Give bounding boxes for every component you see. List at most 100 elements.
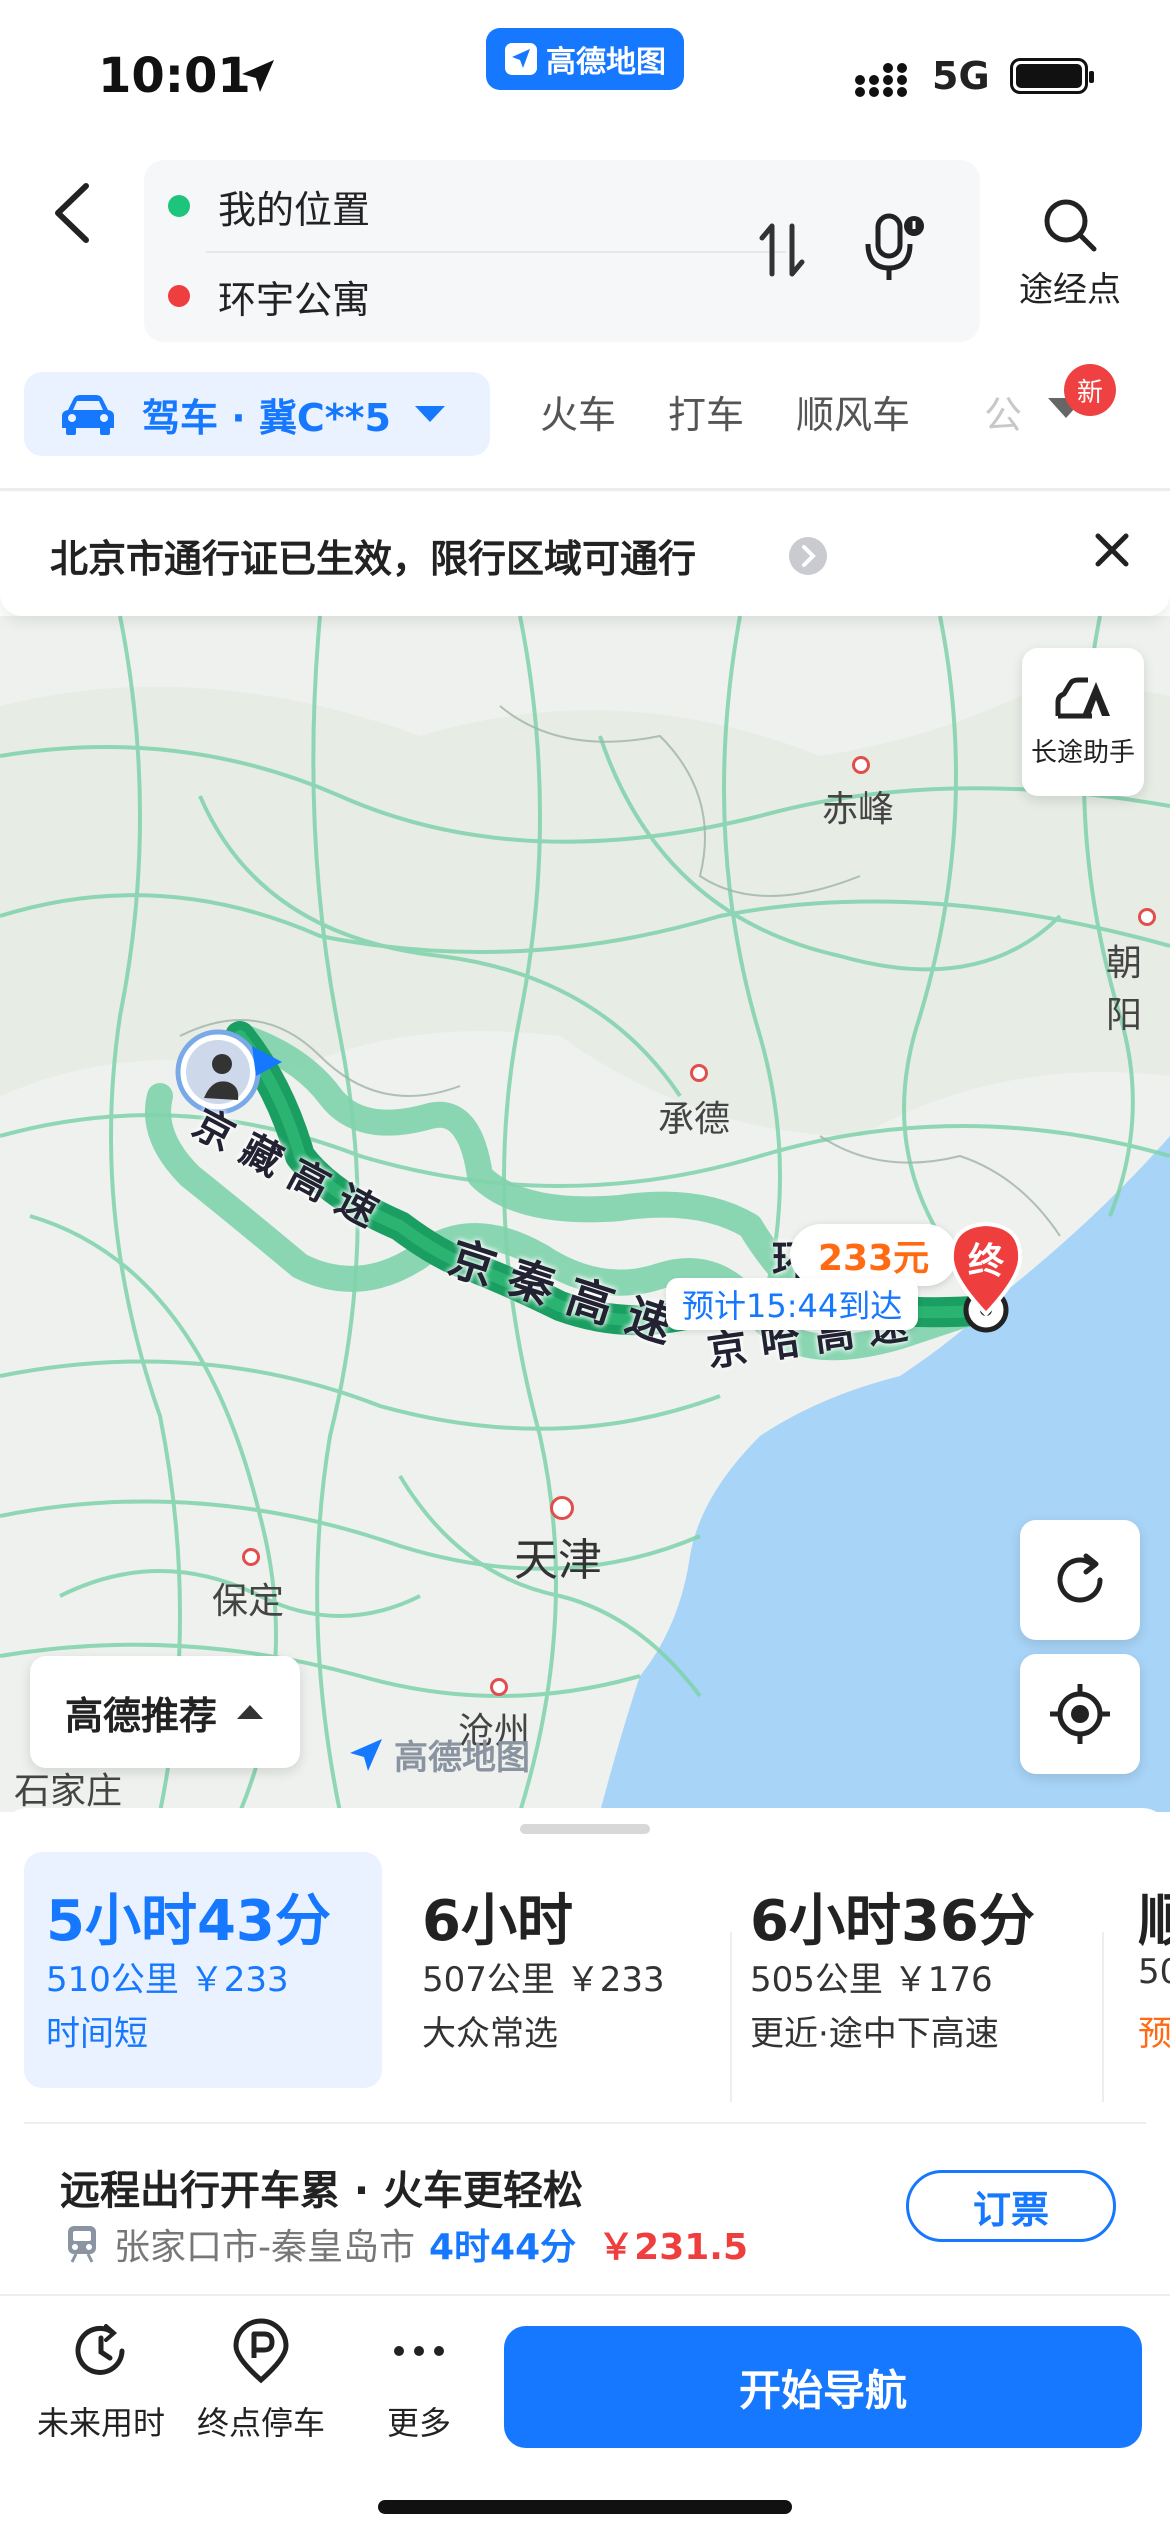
recommend-dropdown[interactable]: 高德推荐 [30, 1656, 300, 1768]
train-route: 张家口市-秦皇岛市 [114, 2227, 415, 2268]
restriction-notice[interactable]: 北京市通行证已生效，限行区域可通行 [0, 492, 1170, 616]
route-time: 顺 [1138, 1889, 1170, 1954]
route-time: 6小时36分 [750, 1889, 1035, 1954]
start-navigation-button[interactable]: 开始导航 [504, 2326, 1142, 2448]
map-watermark-label: 高德地图 [394, 1738, 530, 1778]
train-icon [68, 2226, 96, 2263]
caret-down-icon [414, 406, 445, 422]
voice-input-icon[interactable] [864, 212, 928, 286]
route-option-fastest[interactable]: 5小时43分 510公里 ￥233 时间短 [24, 1852, 382, 2088]
route-input-box: 我的位置 环宇公寓 [144, 160, 980, 342]
more-label: 更多 [386, 2404, 451, 2442]
city-marker [490, 1678, 508, 1696]
locate-icon [1050, 1684, 1110, 1744]
search-icon [1044, 199, 1097, 252]
city-label-chifeng[interactable]: 赤峰 [822, 780, 894, 832]
location-arrow-icon [242, 60, 274, 92]
route-distance: 505公里 ￥176 [750, 1960, 993, 2000]
home-indicator [378, 2500, 792, 2514]
app-pill-label: 高德地图 [546, 45, 666, 80]
notice-chevron-icon[interactable] [788, 536, 828, 576]
parking-button[interactable]: 终点停车 [176, 2318, 346, 2444]
waypoint-button[interactable]: 途经点 [1010, 196, 1130, 311]
route-distance: 50 [1138, 1952, 1170, 1992]
back-arrow-icon[interactable] [44, 178, 104, 248]
future-time-label: 未来用时 [36, 2404, 165, 2442]
city-label-baoding[interactable]: 保定 [212, 1572, 284, 1624]
network-type: 5G [932, 54, 990, 98]
caret-up-icon [237, 1705, 263, 1719]
route-tag: 大众常选 [422, 2014, 558, 2054]
destination-field[interactable]: 环宇公寓 [168, 256, 370, 336]
route-tag: 时间短 [46, 2014, 148, 2054]
refresh-icon [1057, 1553, 1103, 1603]
long-trip-helper-button[interactable]: 长途助手 [1022, 648, 1144, 796]
close-icon[interactable] [1090, 528, 1134, 572]
car-icon [62, 395, 114, 435]
route-distance: 507公里 ￥233 [422, 1960, 665, 2000]
train-promo-info: 张家口市-秦皇岛市 4时44分 ￥231.5 [64, 2218, 748, 2270]
sheet-divider [24, 2122, 1146, 2124]
battery-icon [1010, 58, 1094, 94]
long-trip-helper-label: 长途助手 [1030, 737, 1135, 768]
train-price: ￥231.5 [598, 2227, 749, 2268]
map-canvas [0, 616, 1170, 1812]
new-badge: 新 [1064, 364, 1116, 416]
city-marker [852, 756, 870, 774]
waypoint-label: 途经点 [1019, 270, 1121, 310]
route-time: 6小时 [422, 1889, 573, 1954]
train-duration: 4时44分 [429, 2227, 577, 2268]
origin-text: 我的位置 [218, 187, 371, 232]
status-bar: 10:01 高德地图 5G [0, 0, 1170, 150]
clock-icon [75, 2324, 125, 2375]
city-marker [1138, 908, 1156, 926]
parking-icon [233, 2318, 289, 2384]
tab-truncated[interactable]: 公 [984, 384, 1022, 439]
signal-icon [855, 63, 907, 97]
tab-train[interactable]: 火车 [540, 384, 616, 439]
tab-carpool[interactable]: 顺风车 [796, 384, 910, 439]
map-view[interactable]: 赤峰 朝阳 承德 天津 保定 沧州 石家庄 京 藏 高 速 京 秦 高 速 京 … [0, 616, 1170, 1812]
clock: 10:01 [98, 48, 251, 104]
future-time-button[interactable]: 未来用时 [16, 2318, 186, 2444]
city-marker [550, 1496, 574, 1520]
route-sheet: 5小时43分 510公里 ￥233 时间短 6小时 507公里 ￥233 大众常… [0, 1808, 1170, 2532]
app-pill[interactable]: 高德地图 [486, 28, 684, 90]
swap-icon[interactable] [756, 220, 808, 280]
city-label-chaoyang[interactable]: 朝阳 [1106, 934, 1170, 1038]
route-option-shorter[interactable]: 6小时36分 505公里 ￥176 更近·途中下高速 [728, 1852, 1088, 2088]
train-promo-title: 远程出行开车累 · 火车更轻松 [60, 2168, 584, 2214]
amap-logo-icon [350, 1738, 382, 1771]
more-button[interactable]: 更多 [334, 2318, 504, 2444]
city-label-shijiazhuang[interactable]: 石家庄 [14, 1762, 122, 1812]
toll-price-tag[interactable]: 233元 [790, 1224, 958, 1286]
destination-pin-label: 终 [967, 1241, 1004, 1282]
long-trip-car-icon [1055, 677, 1110, 718]
city-label-chengde[interactable]: 承德 [658, 1090, 730, 1142]
refresh-button[interactable] [1020, 1520, 1140, 1640]
city-label-tianjin[interactable]: 天津 [514, 1524, 602, 1588]
amap-logo-icon [505, 43, 537, 75]
locate-button[interactable] [1020, 1654, 1140, 1774]
route-divider [1102, 1932, 1104, 2102]
city-marker [242, 1548, 260, 1566]
origin-field[interactable]: 我的位置 [168, 166, 370, 246]
book-ticket-button[interactable]: 订票 [906, 2170, 1116, 2242]
eta-tag: 预计15:44到达 [666, 1278, 919, 1330]
destination-pin[interactable]: 终 [946, 1220, 1026, 1316]
route-time: 5小时43分 [46, 1889, 331, 1954]
map-watermark: 高德地图 [346, 1730, 530, 1779]
sheet-divider [0, 2294, 1170, 2296]
tab-driving[interactable]: 驾车 · 冀C**5 [24, 372, 490, 456]
destination-dot-icon [168, 285, 190, 307]
route-distance: 510公里 ￥233 [46, 1960, 289, 2000]
parking-label: 终点停车 [196, 2404, 325, 2442]
tab-taxi[interactable]: 打车 [668, 384, 744, 439]
more-dots-icon [394, 2346, 444, 2356]
field-divider [206, 251, 786, 253]
route-option-popular[interactable]: 6小时 507公里 ￥233 大众常选 [400, 1852, 720, 2088]
sheet-handle[interactable] [520, 1824, 650, 1834]
tab-driving-label: 驾车 · 冀C**5 [142, 395, 391, 440]
route-option-truncated[interactable]: 顺 50 预 [1116, 1852, 1170, 2088]
header-divider [0, 488, 1170, 491]
